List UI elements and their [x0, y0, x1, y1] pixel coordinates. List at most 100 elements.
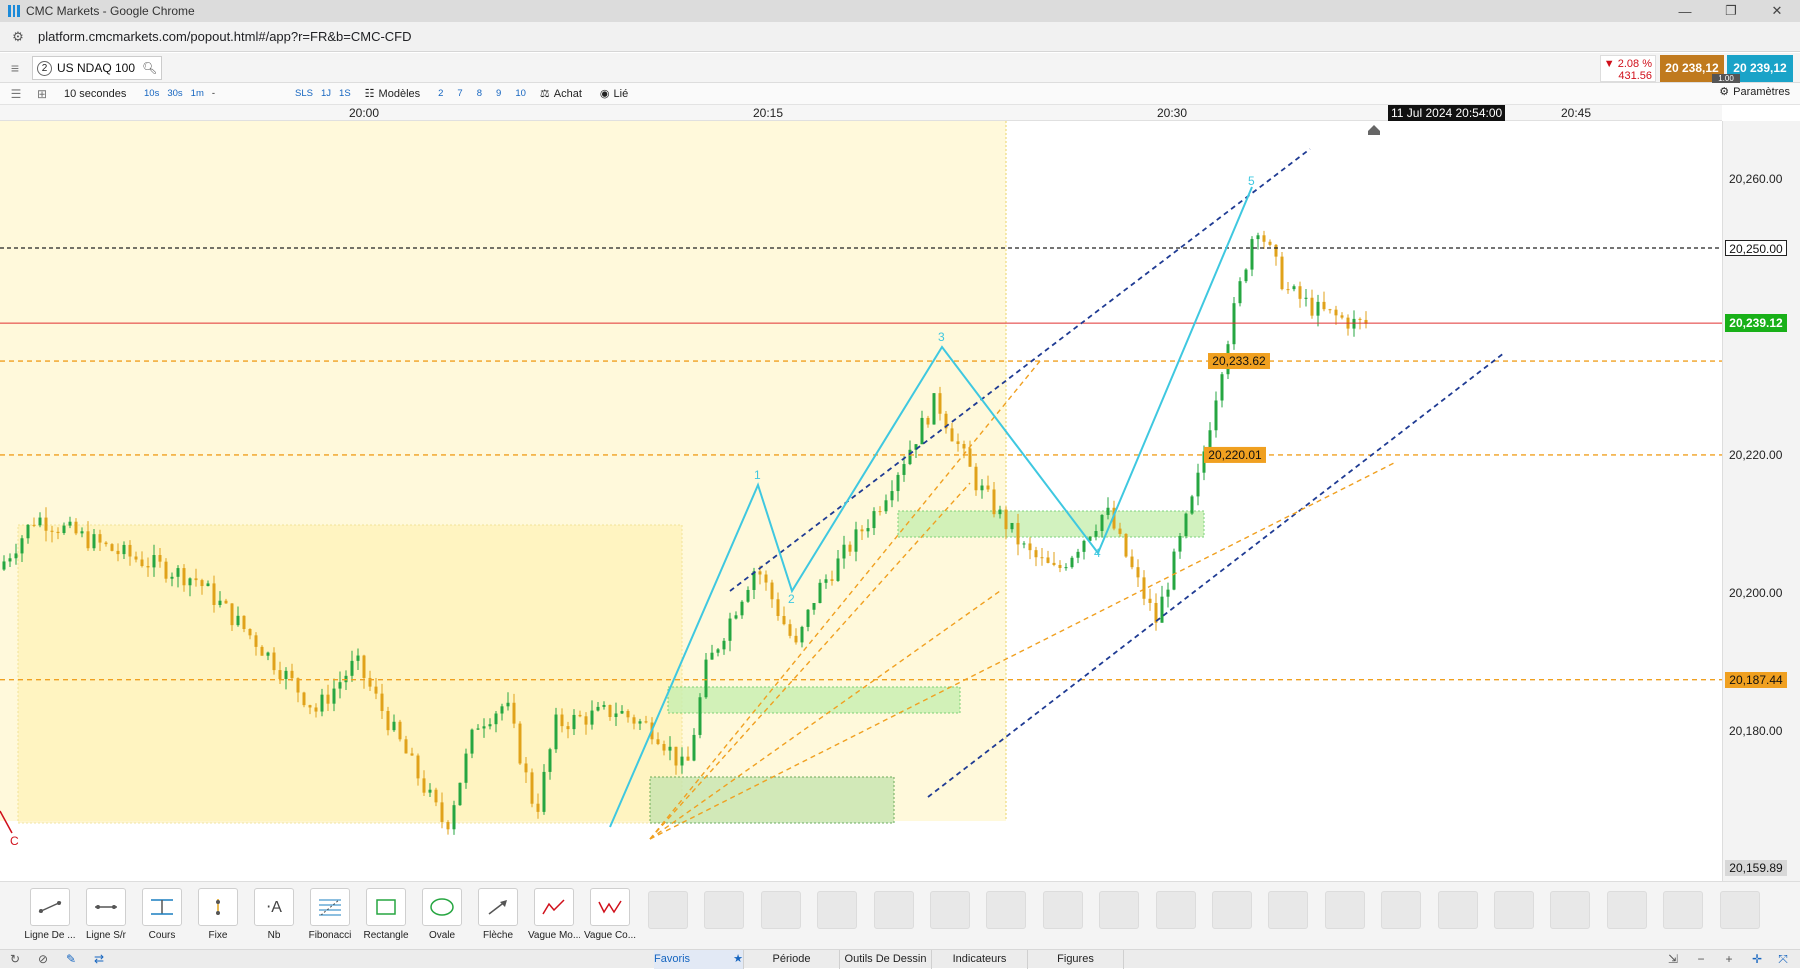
timeframe-select[interactable]: 10 secondes: [64, 88, 144, 100]
empty-tool-slot[interactable]: [873, 891, 914, 929]
candle-body: [1232, 303, 1236, 345]
candle-body: [182, 568, 186, 586]
candle-body: [428, 789, 432, 793]
buy-scale-button[interactable]: ⚖ Achat: [539, 87, 582, 101]
restore-button[interactable]: ❐: [1708, 0, 1754, 22]
empty-tool-slot[interactable]: [1212, 891, 1252, 929]
sls-button[interactable]: SLS: [295, 88, 313, 99]
tool-fixed[interactable]: Fixe: [192, 888, 244, 941]
candle-body: [1268, 241, 1272, 245]
candle-body: [356, 655, 360, 661]
tab-indicators[interactable]: Indicateurs: [932, 950, 1028, 969]
interval-30s[interactable]: 30s: [167, 88, 182, 99]
preset-8[interactable]: 8: [477, 88, 482, 99]
chart-area[interactable]: 1 2 3 4 5 20,233.62 20,220.01 C: [0, 121, 1722, 881]
empty-tool-slot[interactable]: [817, 891, 858, 929]
tool-text-note[interactable]: ⋅A Nb: [248, 888, 300, 941]
interval-more[interactable]: -: [212, 88, 215, 99]
candle-body: [968, 448, 972, 467]
expand-icon[interactable]: ⤧: [1774, 951, 1792, 967]
tool-oval[interactable]: Ovale: [416, 888, 468, 941]
sls-1s-button[interactable]: 1S: [339, 88, 351, 99]
tool-motive-wave[interactable]: Vague Mo...: [528, 888, 580, 941]
candle-body: [584, 716, 588, 725]
candle-body: [1250, 239, 1254, 270]
empty-tool-slot[interactable]: [704, 891, 745, 929]
empty-tool-slot[interactable]: [1550, 891, 1591, 929]
candle-body: [1352, 318, 1356, 329]
price-axis[interactable]: 20,260.00 20,220.00 20,200.00 20,180.00 …: [1722, 121, 1800, 881]
fibonacci-icon: [310, 888, 350, 926]
pencil-icon[interactable]: ✎: [62, 951, 80, 967]
list-view-icon[interactable]: ☰: [6, 85, 26, 103]
empty-tool-slot[interactable]: [648, 891, 688, 929]
close-button[interactable]: ✕: [1754, 0, 1800, 22]
tab-figures[interactable]: Figures: [1028, 950, 1124, 969]
empty-tool-slot[interactable]: [1719, 891, 1760, 929]
candle-body: [158, 555, 162, 562]
tool-sr-line[interactable]: Ligne S/r: [80, 888, 132, 941]
empty-tool-slot[interactable]: [1381, 891, 1422, 929]
candle-body: [656, 739, 660, 745]
interval-1m[interactable]: 1m: [191, 88, 204, 99]
time-label: 20:45: [1560, 106, 1592, 120]
zoom-in-icon[interactable]: +: [1720, 951, 1738, 967]
empty-tool-slot[interactable]: [1606, 891, 1647, 929]
tab-favorites[interactable]: Favoris ★: [654, 950, 744, 969]
instrument-tab[interactable]: 2 US NDAQ 100 🔍︎: [32, 56, 162, 80]
linked-button[interactable]: ◉ Lié: [600, 87, 628, 101]
empty-tool-slot[interactable]: [760, 891, 801, 929]
price-chart[interactable]: 1 2 3 4 5 20,233.62 20,220.01 C: [0, 121, 1722, 881]
tool-corrective-wave[interactable]: Vague Co...: [584, 888, 636, 941]
tool-arrow[interactable]: Flèche: [472, 888, 524, 941]
fit-icon[interactable]: ⇲: [1664, 951, 1682, 967]
tool-trend-line[interactable]: Ligne De ...: [24, 888, 76, 941]
hamburger-menu-icon[interactable]: ≡: [6, 59, 24, 77]
preset-10[interactable]: 10: [515, 88, 526, 99]
zoom-out-icon[interactable]: −: [1692, 951, 1710, 967]
candle-body: [98, 534, 102, 543]
preset-2[interactable]: 2: [438, 88, 443, 99]
preset-9[interactable]: 9: [496, 88, 501, 99]
empty-tool-slot[interactable]: [1663, 891, 1704, 929]
empty-tool-slot[interactable]: [1042, 891, 1083, 929]
clear-icon[interactable]: ⊘: [34, 951, 52, 967]
empty-tool-slot[interactable]: [1155, 891, 1196, 929]
crosshair-icon[interactable]: ✛: [1748, 951, 1766, 967]
candle-body: [1022, 543, 1026, 545]
grid-layout-icon[interactable]: ⊞: [32, 85, 52, 103]
settings-button[interactable]: ⚙ Paramètres: [1719, 85, 1790, 99]
tab-drawing-tools[interactable]: Outils De Dessin: [840, 950, 932, 969]
scale-icon: ⚖: [539, 88, 550, 100]
sls-1j-button[interactable]: 1J: [321, 88, 331, 99]
empty-tool-slot[interactable]: [1268, 891, 1309, 929]
instrument-bar: ≡ 2 US NDAQ 100 🔍︎ ▼ 2.08 % 431.56 20 23…: [0, 53, 1800, 84]
tool-price-line[interactable]: Cours: [136, 888, 188, 941]
empty-tool-slot[interactable]: [1099, 891, 1140, 929]
minimize-button[interactable]: —: [1662, 0, 1708, 22]
empty-tool-slot[interactable]: [1494, 891, 1534, 929]
candle-body: [374, 686, 378, 694]
tool-fibonacci[interactable]: Fibonacci: [304, 888, 356, 941]
interval-10s[interactable]: 10s: [144, 88, 159, 99]
candle-body: [266, 652, 270, 656]
candle-body: [956, 441, 960, 445]
templates-button[interactable]: ☷ Modèles: [365, 87, 420, 101]
tool-rectangle[interactable]: Rectangle: [360, 888, 412, 941]
tab-period[interactable]: Période: [744, 950, 840, 969]
site-settings-icon[interactable]: ⚙: [10, 29, 26, 45]
tool-label: Fixe: [208, 930, 228, 941]
url-text[interactable]: platform.cmcmarkets.com/popout.html#/app…: [38, 29, 412, 44]
search-icon[interactable]: 🔍︎: [142, 61, 157, 75]
cursor-icon[interactable]: ⇄: [90, 951, 108, 967]
empty-tool-slot[interactable]: [1437, 891, 1478, 929]
candle-body: [728, 618, 732, 641]
preset-7[interactable]: 7: [457, 88, 462, 99]
candle-body: [152, 555, 156, 568]
refresh-icon[interactable]: ↻: [6, 951, 24, 967]
empty-tool-slot[interactable]: [986, 891, 1027, 929]
candle-body: [500, 706, 504, 714]
empty-tool-slot[interactable]: [930, 891, 970, 929]
empty-tool-slot[interactable]: [1324, 891, 1365, 929]
candle-body: [1316, 301, 1320, 316]
